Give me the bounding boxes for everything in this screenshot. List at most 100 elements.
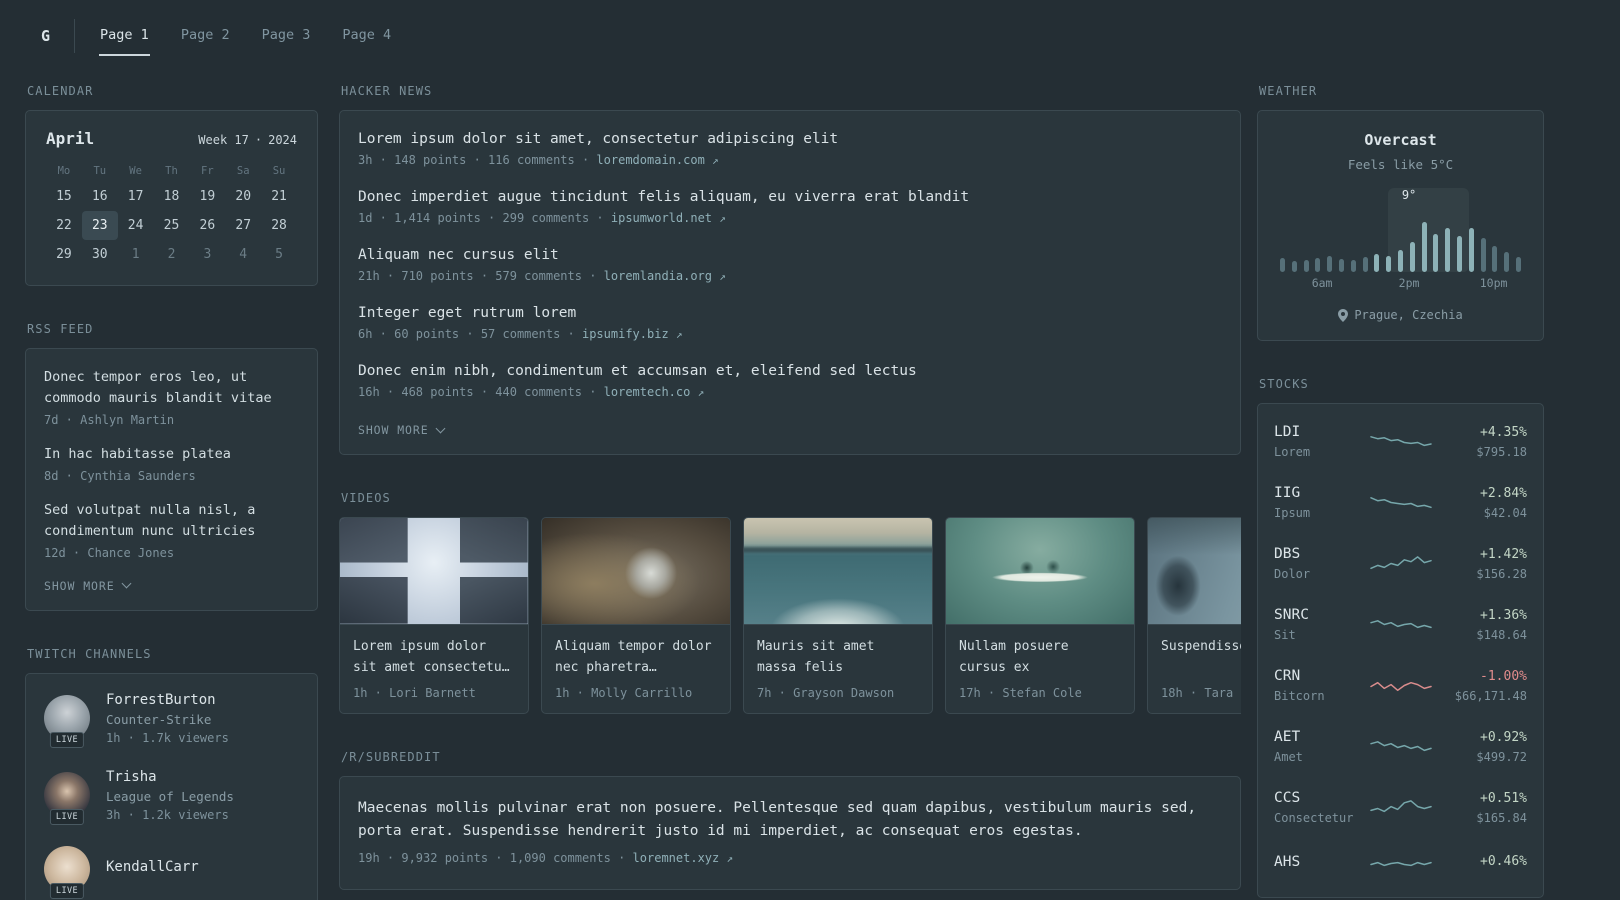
stock-symbol[interactable]: CRN [1274,668,1369,684]
calendar-day-grid: 15 16 17 18 19 20 21 22 23 24 25 26 27 2… [46,182,297,269]
stocks-widget-title: STOCKS [1259,377,1309,391]
chevron-down-icon [121,578,132,589]
stock-symbol[interactable]: DBS [1274,546,1369,562]
weather-bar [1303,260,1309,272]
stock-id: SNRC Sit [1274,607,1369,642]
live-badge: LIVE [49,732,85,749]
calendar-weekday-row: Mo Tu We Th Fr Sa Su [46,160,297,182]
stock-symbol[interactable]: CCS [1274,790,1369,806]
videos-widget: VIDEOS Lorem ipsum dolor sit amet consec… [339,491,1241,714]
weekday-label: Th [165,165,178,177]
tab-page-1[interactable]: Page 1 [99,16,150,56]
hn-item-meta: 1d · 1,414 points · 299 comments · ipsum… [358,211,1222,225]
weather-bar [1480,238,1486,272]
weather-bar [1362,257,1368,272]
video-thumbnail[interactable] [340,518,528,625]
twitch-widget: TWITCH CHANNELS LIVE ForrestBurton Count… [25,647,318,900]
calendar-day: 28 [271,218,287,233]
channel-name[interactable]: ForrestBurton [106,692,229,708]
subreddit-post-title[interactable]: Maecenas mollis pulvinar erat non posuer… [358,797,1222,843]
video-meta: 7h · Grayson Dawson [757,686,895,700]
time-label: 6am [1311,276,1333,290]
hn-domain-link[interactable]: loremdomain.com [596,153,704,167]
subreddit-domain-link[interactable]: loremnet.xyz [633,851,720,865]
hn-show-more-button[interactable]: SHOW MORE [358,423,446,437]
twitch-channel[interactable]: LIVE ForrestBurton Counter-Strike 1h · 1… [44,692,299,749]
external-link-icon: ↗ [697,386,705,399]
stock-symbol[interactable]: IIG [1274,485,1369,501]
video-card[interactable]: Nullam posuere cursus ex 17h · Stefan Co… [945,517,1135,714]
calendar-widget-title: CALENDAR [27,84,94,98]
center-column: HACKER NEWS Lorem ipsum dolor sit amet, … [339,84,1241,900]
video-title[interactable]: Mauris sit amet massa felis [757,637,919,679]
hn-item-title[interactable]: Donec enim nibh, condimentum et accumsan… [358,363,1222,379]
hn-domain-link[interactable]: ipsumify.biz [582,327,669,341]
twitch-channel[interactable]: LIVE Trisha League of Legends 3h · 1.2k … [44,769,299,826]
rss-item-title[interactable]: Sed volutpat nulla nisl, a condimentum n… [44,500,299,542]
channel-info: ForrestBurton Counter-Strike 1h · 1.7k v… [106,692,229,745]
hackernews-widget: HACKER NEWS Lorem ipsum dolor sit amet, … [339,84,1241,455]
hn-domain-link[interactable]: ipsumworld.net [611,211,712,225]
video-title[interactable]: Suspendisse diam [1161,637,1241,679]
video-thumbnail[interactable] [946,518,1134,625]
weather-bar [1421,222,1427,272]
stock-sparkline [1369,490,1433,516]
stock-change: +1.42% [1480,546,1527,562]
hn-domain-link[interactable]: loremtech.co [604,385,691,399]
stock-row: CRN Bitcorn -1.00% $66,171.48 [1274,655,1527,716]
video-card[interactable]: Lorem ipsum dolor sit amet consectetu… 1… [339,517,529,714]
calendar-day-next-month: 2 [167,247,176,262]
video-thumbnail[interactable] [744,518,932,625]
stock-symbol[interactable]: SNRC [1274,607,1369,623]
stock-row: DBS Dolor +1.42% $156.28 [1274,533,1527,594]
hn-item-title[interactable]: Lorem ipsum dolor sit amet, consectetur … [358,131,1222,147]
time-label: 2pm [1398,276,1420,290]
video-card-body: Mauris sit amet massa felis 7h · Grayson… [744,625,932,713]
channel-name[interactable]: Trisha [106,769,234,785]
channel-meta: 3h · 1.2k viewers [106,807,229,822]
stock-symbol[interactable]: LDI [1274,424,1369,440]
hn-meta-text: 21h · 710 points · 579 comments · [358,269,604,283]
video-card[interactable]: Suspendisse diam 18h · Tara [1147,517,1241,714]
tab-page-2[interactable]: Page 2 [180,16,231,56]
video-thumbnail[interactable] [1148,518,1241,625]
video-card[interactable]: Mauris sit amet massa felis 7h · Grayson… [743,517,933,714]
video-title[interactable]: Aliquam tempor dolor nec pharetra… [555,637,717,679]
stock-id: LDI Lorem [1274,424,1369,459]
external-link-icon: ↗ [712,154,719,167]
video-card[interactable]: Aliquam tempor dolor nec pharetra… 1h · … [541,517,731,714]
weather-bar [1445,228,1451,272]
channel-name[interactable]: KendallCarr [106,859,199,875]
video-card-body: Lorem ipsum dolor sit amet consectetu… 1… [340,625,528,713]
stock-values: +0.51% $165.84 [1433,791,1527,825]
calendar-month: April [46,129,95,148]
stock-symbol[interactable]: AET [1274,729,1369,745]
tab-page-4[interactable]: Page 4 [341,16,392,56]
rss-item-title[interactable]: Donec tempor eros leo, ut commodo mauris… [44,367,299,409]
avatar-wrap: LIVE [44,695,90,749]
stock-id: CRN Bitcorn [1274,668,1369,703]
logo[interactable]: G [25,19,76,53]
hackernews-card: Lorem ipsum dolor sit amet, consectetur … [339,110,1241,455]
tab-page-3[interactable]: Page 3 [261,16,312,56]
hn-item-title[interactable]: Integer eget rutrum lorem [358,305,1222,321]
video-title[interactable]: Nullam posuere cursus ex [959,637,1121,679]
rss-item-title[interactable]: In hac habitasse platea [44,444,299,465]
stock-values: +2.84% $42.04 [1433,486,1527,520]
hn-item-title[interactable]: Donec imperdiet augue tincidunt felis al… [358,189,1222,205]
rss-widget-title: RSS FEED [27,322,94,336]
stock-id: DBS Dolor [1274,546,1369,581]
hn-item-title[interactable]: Aliquam nec cursus elit [358,247,1222,263]
weather-bar [1374,254,1380,272]
stock-price: $148.64 [1476,627,1527,642]
stock-symbol[interactable]: AHS [1274,854,1369,870]
show-more-label: SHOW MORE [358,423,429,437]
rss-show-more-button[interactable]: SHOW MORE [44,578,132,593]
twitch-channel[interactable]: LIVE KendallCarr [44,845,299,899]
calendar-day-next-month: 1 [131,247,140,262]
stock-price: $66,171.48 [1454,688,1527,703]
chevron-down-icon [435,423,446,433]
video-thumbnail[interactable] [542,518,730,625]
hn-domain-link[interactable]: loremlandia.org [604,269,712,283]
video-title[interactable]: Lorem ipsum dolor sit amet consectetu… [353,637,515,679]
